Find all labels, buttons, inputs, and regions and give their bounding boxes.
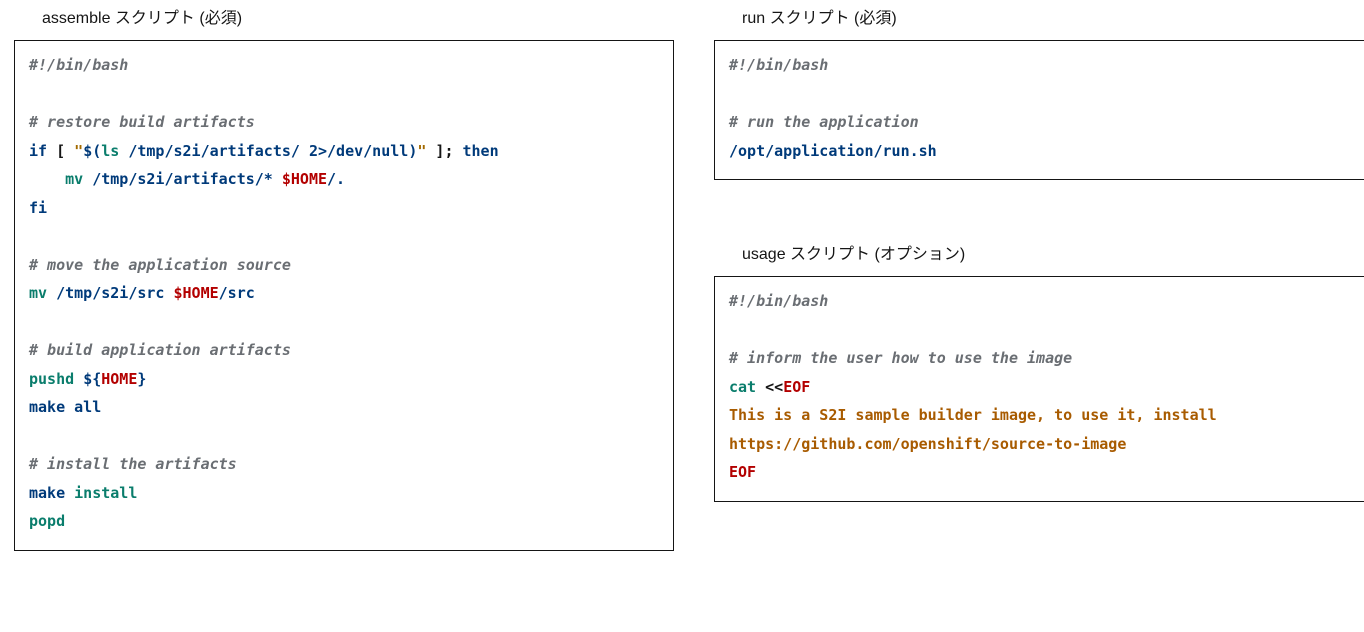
usage-section-title: usage スクリプト (オプション) (742, 240, 1364, 264)
usage-code-block: #!/bin/bash # inform the user how to use… (714, 276, 1364, 502)
shebang: #!/bin/bash (29, 56, 128, 74)
assemble-code-block: #!/bin/bash # restore build artifacts if… (14, 40, 674, 551)
assemble-section-title: assemble スクリプト (必須) (42, 4, 674, 28)
shebang: #!/bin/bash (729, 56, 828, 74)
comment: # build application artifacts (29, 341, 291, 359)
run-section-title: run スクリプト (必須) (742, 4, 1364, 28)
comment: # install the artifacts (29, 455, 237, 473)
comment: # run the application (729, 113, 919, 131)
comment: # restore build artifacts (29, 113, 255, 131)
comment: # move the application source (29, 256, 291, 274)
comment: # inform the user how to use the image (729, 349, 1072, 367)
shebang: #!/bin/bash (729, 292, 828, 310)
run-code-block: #!/bin/bash # run the application /opt/a… (714, 40, 1364, 180)
kw-if: if (29, 142, 47, 160)
